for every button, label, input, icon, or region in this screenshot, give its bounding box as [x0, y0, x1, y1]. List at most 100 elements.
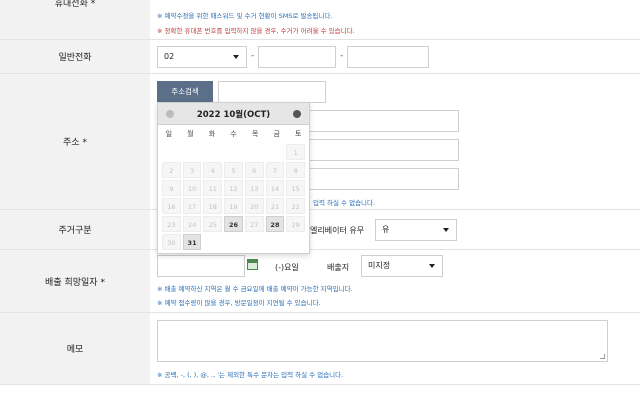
calendar-day: 9 [162, 180, 181, 196]
mobile-note-sms: ※ 예약수정을 위한 패스워드 및 수거 현황이 SMS로 발송됩니다. [157, 12, 333, 20]
phone-separator-1: - [251, 51, 255, 61]
mobile-note-warning: ※ 정확한 휴대폰 번호를 입력하지 않을 경우, 수거가 어려울 수 있습니다… [157, 27, 355, 35]
calendar-day: 1 [286, 144, 306, 160]
calendar-empty-cell [266, 234, 285, 250]
elevator-select-value: 유 [382, 225, 390, 234]
calendar-day: 4 [203, 162, 223, 178]
calendar-week: 2345678 [161, 161, 306, 179]
pickup-location-select[interactable]: 미지정 [361, 255, 443, 277]
elevator-label: 엘리베이터 유무 [310, 226, 365, 235]
pickup-location-label: 배출지 [327, 263, 350, 272]
calendar-day[interactable]: 28 [265, 216, 285, 232]
memo-note: ※ 공백, -, (, ), @, ., '는 제외한 특수 문자는 입력 하실… [157, 371, 344, 379]
calendar-day: 14 [265, 180, 285, 196]
calendar-empty-cell [203, 144, 222, 160]
calendar-day: 23 [162, 216, 181, 232]
pickup-date-row: 배출 희망일자 * (-)요일 배출지 미지정 ※ 배출 예약하신 지역은 월 … [0, 250, 640, 313]
calendar-day: 20 [244, 198, 264, 214]
calendar-week: 16 17 18 19 20 21 22 [161, 197, 306, 215]
next-month-icon[interactable] [293, 110, 301, 118]
memo-label: 메모 [0, 313, 150, 384]
chevron-down-icon [429, 264, 435, 268]
phone-label: 일반전화 [0, 40, 150, 73]
calendar-empty-cell [224, 234, 243, 250]
calendar-day[interactable]: 31 [182, 234, 202, 250]
zipcode-input[interactable] [218, 81, 326, 103]
calendar-day: 6 [244, 162, 264, 178]
calendar-day: 25 [203, 216, 223, 232]
calendar-empty-cell [286, 234, 305, 250]
calendar-day: 29 [286, 216, 306, 232]
date-picker-header: 2022 10월(OCT) [158, 103, 309, 125]
weekday-label: 토 [295, 130, 302, 138]
phone-row: 일반전화 02 - - [0, 40, 640, 74]
phone-separator-2: - [340, 51, 344, 61]
calendar-day: 22 [286, 198, 306, 214]
calendar-day: 16 [162, 198, 181, 214]
phone-area-code-value: 02 [164, 52, 175, 61]
calendar-empty-cell [245, 234, 264, 250]
mobile-label-text: 휴대전화 * [54, 0, 96, 9]
weekday-label: 수 [230, 130, 237, 138]
weekday-label: 화 [208, 130, 216, 138]
pickup-date-input[interactable] [157, 255, 245, 277]
weekday-label: 금 [273, 130, 280, 138]
calendar-day: 12 [224, 180, 243, 196]
calendar-day: 24 [182, 216, 202, 232]
calendar-day: 13 [244, 180, 264, 196]
calendar-empty-cell [183, 144, 202, 160]
pickup-note-days: ※ 배출 예약하신 지역은 월 수 금요일에 배출 예약이 가능한 지역입니다. [157, 285, 353, 293]
date-picker: 2022 10월(OCT) 일월화수목금토 1 2 3 4 5 6 7 8 9 10 11 12 13 1… [157, 102, 310, 254]
address-row: 주소 * 주소검색 입력 하실 수 없습니다. [0, 74, 640, 210]
chevron-down-icon [233, 55, 239, 59]
pickup-location-value: 미지정 [368, 261, 391, 270]
calendar-day: 5 [224, 162, 243, 178]
weekday-header: 일월화수목금토 [158, 125, 309, 143]
address-label: 주소 * [0, 74, 150, 209]
calendar-day: 27 [244, 216, 264, 232]
weekday-label: 월 [187, 130, 194, 138]
calendar-empty-cell [245, 144, 264, 160]
calendar-day: 3 [182, 162, 202, 178]
calendar-day: 2 [162, 162, 181, 178]
phone-last-input[interactable] [347, 46, 429, 68]
mobile-row: 휴대전화 * ※ 예약수정을 위한 패스워드 및 수거 현황이 SMS로 발송됩… [0, 0, 640, 40]
calendar-day[interactable]: 26 [224, 216, 243, 232]
date-picker-title: 2022 10월(OCT) [196, 110, 271, 120]
calendar-day: 17 [182, 198, 202, 214]
address-note: 입력 하실 수 없습니다. [313, 199, 376, 207]
calendar-day: 19 [224, 198, 243, 214]
calendar-day: 8 [286, 162, 306, 178]
address-search-button[interactable]: 주소검색 [157, 81, 213, 103]
weekday-label: 일 [165, 130, 173, 138]
calendar-week: 9 10 11 12 13 14 15 [161, 179, 306, 197]
residence-row: 주거구분 엘리베이터 유무 유 [0, 210, 640, 250]
mobile-label: 휴대전화 * [0, 0, 150, 39]
phone-middle-input[interactable] [258, 46, 336, 68]
calendar-week: 1 [161, 143, 306, 161]
calendar-week: 30 31 [161, 233, 306, 251]
pickup-date-label: 배출 희망일자 * [0, 250, 150, 312]
calendar-day: 21 [265, 198, 285, 214]
calendar-day: 30 [162, 234, 181, 250]
calendar-icon[interactable] [247, 259, 258, 270]
residence-label: 주거구분 [0, 210, 150, 249]
calendar-day: 10 [182, 180, 202, 196]
chevron-down-icon [443, 228, 449, 232]
calendar-day: 7 [265, 162, 285, 178]
calendar-day: 11 [203, 180, 223, 196]
calendar-empty-cell [162, 144, 181, 160]
calendar-empty-cell [224, 144, 243, 160]
calendar-grid: 1 2 3 4 5 6 7 8 9 10 11 12 13 14 15 16 17 18 19 20 21 22 23 24 2… [158, 143, 309, 251]
resize-grip-icon[interactable] [600, 354, 605, 359]
elevator-select[interactable]: 유 [375, 219, 457, 241]
calendar-day: 18 [203, 198, 223, 214]
pickup-note-delay: ※ 예약 접수량이 많을 경우, 방문일정이 지연될 수 있습니다. [157, 299, 321, 307]
calendar-day: 15 [286, 180, 306, 196]
calendar-week: 23 24 25 26 27 28 29 [161, 215, 306, 233]
phone-area-code-select[interactable]: 02 [157, 46, 247, 68]
calendar-empty-cell [203, 234, 222, 250]
memo-textarea[interactable] [157, 320, 608, 362]
pickup-weekday-text: (-)요일 [275, 263, 299, 272]
calendar-empty-cell [266, 144, 285, 160]
